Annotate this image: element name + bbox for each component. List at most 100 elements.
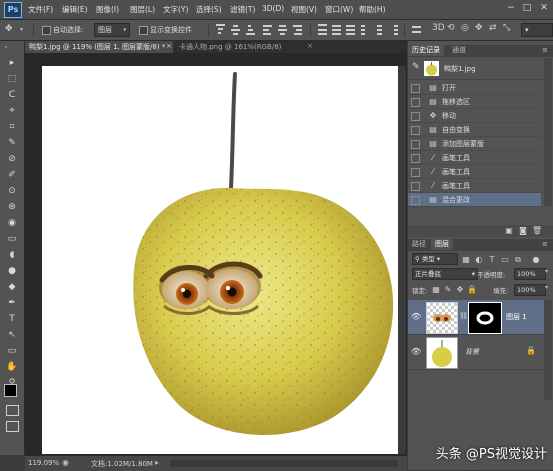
history-source-box[interactable] — [411, 168, 420, 177]
history-brush-tool-icon[interactable]: ⊛ — [6, 201, 18, 213]
layer-thumbnail[interactable] — [426, 337, 458, 369]
fill-field[interactable]: 100% — [514, 284, 546, 296]
history-item[interactable]: ⁄ 画笔工具 — [408, 165, 541, 179]
history-item[interactable]: ▤ 拖移选区 — [408, 95, 541, 109]
crop-tool-icon[interactable]: ⌗ — [6, 121, 18, 133]
hand-tool-icon[interactable]: ✋ — [6, 361, 18, 373]
toolbox-collapse-icon[interactable]: » — [4, 44, 8, 51]
menu-window[interactable]: 窗口(W) — [325, 4, 353, 15]
vertical-scrollbar[interactable] — [398, 66, 406, 454]
filter-pixel-icon[interactable]: ▦ — [461, 255, 471, 264]
distribute-hcenter-icon[interactable] — [375, 24, 384, 35]
history-source-box[interactable] — [411, 126, 420, 135]
move-tool-icon[interactable]: ▸ — [6, 57, 18, 69]
3d-roll-icon[interactable]: ◎ — [461, 23, 469, 33]
quick-mask-icon[interactable] — [6, 405, 19, 416]
opacity-field[interactable]: 100% — [514, 268, 546, 280]
layers-scrollbar[interactable] — [544, 300, 552, 400]
show-transform-checkbox[interactable] — [139, 26, 148, 35]
layer-filter-dropdown[interactable]: ⚲ 类型 ▾ — [412, 253, 458, 265]
history-source-box[interactable] — [411, 140, 420, 149]
panel-menu-icon[interactable]: ≡ — [542, 240, 548, 248]
visibility-eye-icon[interactable]: 👁 — [411, 312, 421, 321]
tab-paths[interactable]: 路径 — [408, 239, 430, 250]
blur-tool-icon[interactable]: ◖ — [6, 249, 18, 261]
path-select-tool-icon[interactable]: ↖ — [6, 329, 18, 341]
align-right-icon[interactable] — [293, 24, 302, 35]
menu-layer[interactable]: 图层(L) — [130, 4, 155, 15]
rectangle-tool-icon[interactable]: ▭ — [6, 345, 18, 357]
history-item[interactable]: ▤ 打开 — [408, 81, 541, 95]
gradient-tool-icon[interactable]: ▭ — [6, 233, 18, 245]
pen-tool-icon[interactable]: ✒ — [6, 297, 18, 309]
eyedropper-tool-icon[interactable]: ✎ — [6, 137, 18, 149]
document-canvas[interactable] — [42, 66, 398, 454]
healing-tool-icon[interactable]: ⊘ — [6, 153, 18, 165]
menu-file[interactable]: 文件(F) — [28, 4, 53, 15]
filter-toggle-icon[interactable]: ● — [531, 255, 541, 264]
history-source-box[interactable] — [411, 98, 420, 107]
menu-select[interactable]: 选择(S) — [196, 4, 222, 15]
menu-type[interactable]: 文字(Y) — [163, 4, 188, 15]
layer-row-background[interactable]: 👁 背景 🔒 — [408, 335, 544, 370]
close-icon[interactable]: ✕ — [538, 3, 550, 14]
lasso-tool-icon[interactable]: ᑕ — [6, 89, 18, 101]
new-snapshot-icon[interactable]: ◙ — [518, 226, 528, 235]
history-snapshot[interactable]: ✎ 鸭梨1.jpg — [408, 58, 544, 80]
lock-all-icon[interactable]: 🔒 — [467, 285, 477, 294]
quick-select-tool-icon[interactable]: ⌖ — [6, 105, 18, 117]
auto-select-dropdown[interactable]: 图层 ▾ — [94, 23, 130, 37]
layer-row-layer1[interactable]: 👁 ⛓ 图层 1 — [408, 300, 544, 335]
screen-mode-icon[interactable] — [6, 421, 19, 432]
auto-select-checkbox[interactable] — [42, 26, 51, 35]
menu-filter[interactable]: 滤镜(T) — [230, 4, 255, 15]
pen-anchor-tool-icon[interactable]: ◆ — [6, 281, 18, 293]
layer-name[interactable]: 背景 — [465, 347, 479, 357]
workspace-dropdown[interactable]: ▾ — [521, 23, 553, 37]
menu-view[interactable]: 视图(V) — [291, 4, 317, 15]
menu-help[interactable]: 帮助(H) — [359, 4, 386, 15]
filter-adjustment-icon[interactable]: ◐ — [474, 255, 484, 264]
panel-menu-icon[interactable]: ≡ — [542, 46, 548, 54]
3d-scale-icon[interactable]: ⤡ — [503, 23, 510, 33]
clone-stamp-tool-icon[interactable]: ⊙ — [6, 185, 18, 197]
close-tab-icon[interactable]: × — [307, 42, 313, 50]
align-bottom-icon[interactable] — [246, 24, 255, 35]
3d-pan-icon[interactable]: ✥ — [475, 23, 483, 33]
layer-thumbnail[interactable] — [426, 302, 458, 334]
link-icon[interactable]: ⛓ — [459, 312, 468, 320]
horizontal-scrollbar[interactable] — [170, 460, 398, 467]
align-vcenter-icon[interactable] — [231, 24, 240, 35]
tab-document-cartoon[interactable]: 卡通人物.png @ 161%(RGB/8) — [175, 41, 313, 53]
layer-mask-thumbnail[interactable] — [468, 302, 502, 334]
visibility-eye-icon[interactable]: 👁 — [411, 347, 421, 356]
layer-name[interactable]: 图层 1 — [506, 312, 527, 322]
tool-preset-chevron-icon[interactable]: ▾ — [20, 26, 23, 33]
distribute-right-icon[interactable] — [389, 24, 398, 35]
align-left-icon[interactable] — [263, 24, 272, 35]
align-hcenter-icon[interactable] — [278, 24, 287, 35]
distribute-left-icon[interactable] — [361, 24, 370, 35]
history-item[interactable]: ⁄ 画笔工具 — [408, 151, 541, 165]
history-item[interactable]: ▤ 混合更改 — [408, 193, 541, 207]
close-tab-icon[interactable]: × — [166, 42, 172, 50]
blend-mode-dropdown[interactable]: 正片叠底 ▾ — [412, 268, 478, 280]
minimize-icon[interactable]: − — [505, 3, 517, 14]
tab-history[interactable]: 历史记录 — [408, 45, 444, 56]
eraser-tool-icon[interactable]: ◉ — [6, 217, 18, 229]
history-item[interactable]: ✥ 移动 — [408, 109, 541, 123]
brush-tool-icon[interactable]: ✐ — [6, 169, 18, 181]
tab-layers[interactable]: 图层 — [431, 239, 453, 250]
filter-shape-icon[interactable]: ▭ — [500, 255, 510, 264]
history-source-box[interactable] — [411, 112, 420, 121]
distribute-vcenter-icon[interactable] — [332, 24, 341, 35]
dodge-tool-icon[interactable]: ● — [6, 265, 18, 277]
distribute-bottom-icon[interactable] — [346, 24, 355, 35]
filter-type-icon[interactable]: T — [487, 255, 497, 264]
menu-3d[interactable]: 3D(D) — [262, 4, 284, 13]
history-item[interactable]: ⁄ 画笔工具 — [408, 179, 541, 193]
chevron-down-icon[interactable]: ▾ — [545, 268, 548, 275]
zoom-readout[interactable]: 119.09% — [28, 459, 59, 467]
status-menu-icon[interactable]: ◉ — [62, 458, 69, 467]
history-source-box[interactable] — [411, 84, 420, 93]
